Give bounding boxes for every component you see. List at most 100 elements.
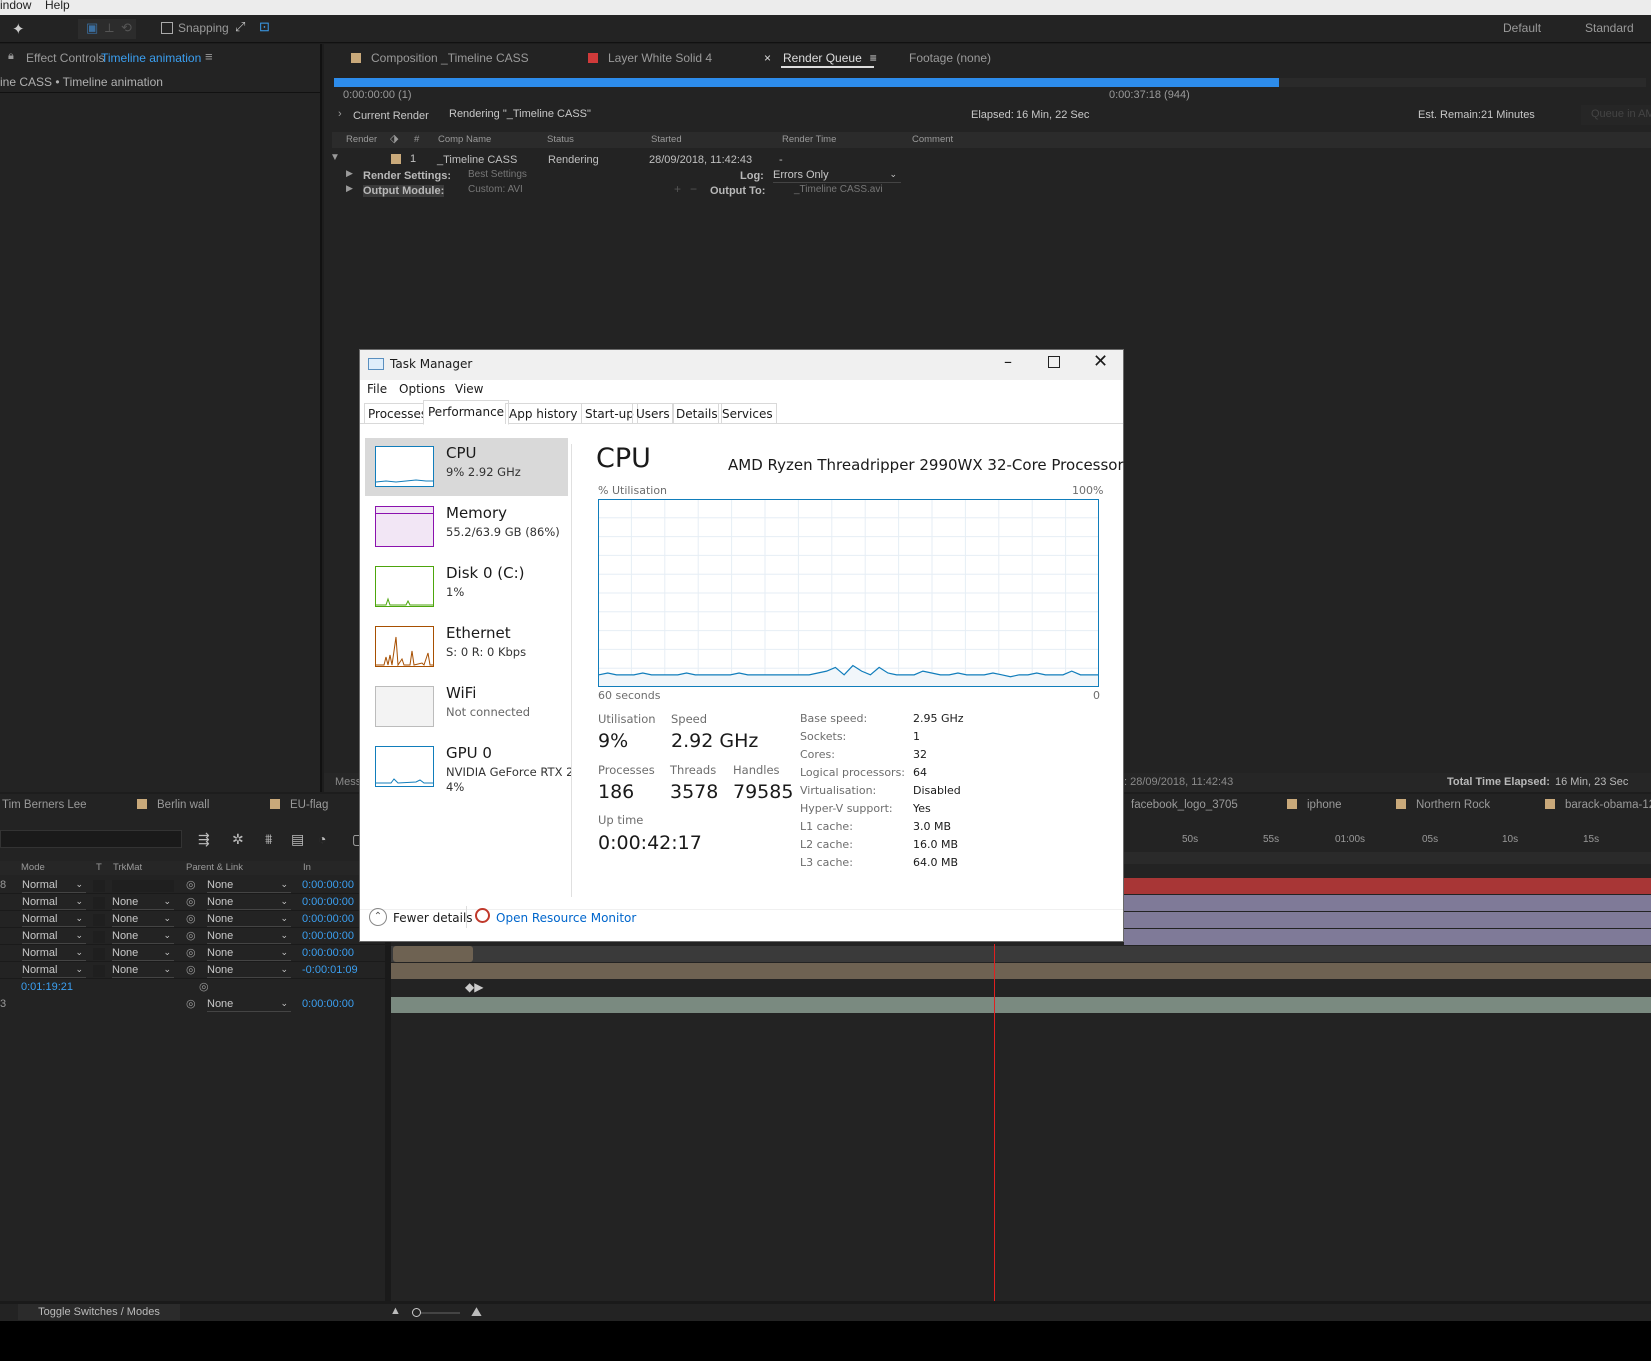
work-area-bar[interactable] [1124,852,1651,864]
layer-bar-1[interactable] [1124,878,1651,894]
t-checkbox[interactable] [93,931,105,943]
layer-row[interactable]: 8 Normal ⌄ ◎ None ⌄ 0:00:00:00 [0,878,385,894]
expand-triangle-icon[interactable]: ▼ [330,152,340,163]
item-label-swatch[interactable] [391,154,401,164]
pickwhip-icon[interactable]: ◎ [186,929,196,942]
t-checkbox[interactable] [93,914,105,926]
side-ethernet[interactable]: Ethernet S: 0 R: 0 Kbps [365,618,568,676]
in-time[interactable]: 0:00:00:00 [302,998,354,1010]
header-render[interactable]: Render [346,134,377,145]
chevron-right-icon[interactable]: › [338,108,342,120]
menu-help[interactable]: Help [45,0,70,12]
time-ruler[interactable]: 50s 55s 01:00s 05s 10s 15s [1124,832,1651,848]
layer-row[interactable]: Normal ⌄ None ⌄ ◎ None ⌄ 0:00:00:00 [0,946,385,962]
t-checkbox[interactable] [93,948,105,960]
t-checkbox[interactable] [93,897,105,909]
pickwhip-icon[interactable]: ◎ [186,946,196,959]
col-trkmat[interactable]: TrkMat [113,862,142,873]
mode-dropdown[interactable]: Normal ⌄ [22,913,86,927]
pickwhip-icon[interactable]: ◎ [186,997,196,1010]
in-time[interactable]: 0:00:00:00 [302,879,354,891]
lock-icon[interactable]: 🔒︎ [8,50,14,63]
workspace-default[interactable]: Default [1503,21,1541,35]
mode-dropdown[interactable]: Normal ⌄ [22,947,86,961]
side-cpu[interactable]: CPU 9% 2.92 GHz [365,438,568,496]
menu-window[interactable]: indow [0,0,31,12]
layer-bar-2[interactable] [1124,895,1651,911]
snap-features-icon[interactable]: ⊡ [259,19,270,35]
title-bar[interactable]: Task Manager – ✕ [360,350,1123,380]
parent-dropdown[interactable]: None ⌄ [207,998,291,1012]
parent-dropdown[interactable]: None ⌄ [207,896,291,910]
side-wifi[interactable]: WiFi Not connected [365,678,568,736]
maximize-icon[interactable] [1048,356,1060,368]
motion-blur-icon[interactable]: ◔ [318,831,326,847]
menu-options[interactable]: Options [399,382,445,396]
layer-row[interactable]: Normal ⌄ None ⌄ ◎ None ⌄ 0:00:00:00 [0,929,385,945]
mode-dropdown[interactable]: Normal ⌄ [22,896,86,910]
render-settings-toggle-icon[interactable]: ▶ [346,168,353,179]
log-dropdown[interactable]: Errors Only ⌄ [773,169,901,183]
frame-blend-icon[interactable]: ▤ [291,831,304,848]
output-module-toggle-icon[interactable]: ▶ [346,183,353,194]
timeline-tab-facebook-logo[interactable]: facebook_logo_3705 [1131,799,1238,811]
trkmat-dropdown[interactable]: None ⌄ [112,913,174,927]
header-status[interactable]: Status [547,134,574,145]
menu-view[interactable]: View [455,382,483,396]
comp-mini-flowchart-icon[interactable]: ⇶ [198,831,210,848]
mode-dropdown[interactable]: Normal ⌄ [22,964,86,978]
draft-3d-icon[interactable]: ✲ [232,831,244,848]
col-mode[interactable]: Mode [21,862,45,873]
effect-controls-title[interactable]: Effect Controls [26,51,104,65]
layer-row[interactable]: 3 ◎ None ⌄ 0:00:00:00 [0,997,385,1013]
tab-details[interactable]: Details [672,403,722,424]
snap-edges-icon[interactable]: ⤢ [235,19,245,35]
header-render-time[interactable]: Render Time [782,134,836,145]
pickwhip-icon[interactable]: ◎ [199,980,209,993]
tab-services[interactable]: Services [718,403,777,424]
tab-startup[interactable]: Start-up [581,403,638,424]
close-icon[interactable]: × [764,51,771,65]
mode-dropdown[interactable]: Normal ⌄ [22,879,86,893]
layer-row[interactable]: Normal ⌄ None ⌄ ◎ None ⌄ 0:00:00:00 [0,895,385,911]
col-t[interactable]: T [96,862,102,873]
trkmat-dropdown[interactable]: None ⌄ [112,896,174,910]
layer-row[interactable]: Normal ⌄ None ⌄ ◎ None ⌄ 0:00:00:00 [0,912,385,928]
tab-processes[interactable]: Processes [364,403,432,424]
label-tag-icon[interactable]: ⬗ [390,132,398,145]
fewer-details-link[interactable]: Fewer details [393,911,473,925]
layer-bar-3[interactable] [1124,912,1651,928]
shy-icon[interactable]: ⩩ [265,831,272,848]
playhead[interactable] [994,944,995,1304]
queue-in-ame-button[interactable]: Queue in AM [1581,105,1651,125]
t-checkbox[interactable] [93,880,105,892]
output-to-value[interactable]: _Timeline CASS.avi [794,184,883,195]
col-in[interactable]: In [303,862,311,873]
toggle-switches-modes-button[interactable]: Toggle Switches / Modes [18,1304,180,1320]
tab-performance[interactable]: Performance [423,400,510,425]
col-parent[interactable]: Parent & Link [186,862,243,873]
in-time[interactable]: 0:00:00:00 [302,896,354,908]
layer-bar-8[interactable] [391,997,1651,1013]
pickwhip-icon[interactable]: ◎ [186,895,196,908]
row-time[interactable]: 0:01:19:21 [21,981,73,993]
tab-app-history[interactable]: App history [505,403,582,424]
chevron-up-icon[interactable]: ⌃ [369,908,387,926]
pin-icon[interactable]: ✦ [12,20,25,38]
add-output-icon[interactable]: + [674,182,681,196]
select-tool-icon[interactable]: ▣ [86,20,98,36]
pickwhip-icon[interactable]: ◎ [186,963,196,976]
timeline-tab-northern-rock[interactable]: Northern Rock [1396,799,1490,811]
parent-dropdown[interactable]: None ⌄ [207,913,291,927]
rotate-icon[interactable]: ⟲ [121,20,132,36]
layer-row[interactable]: Normal ⌄ None ⌄ ◎ None ⌄ -0:00:01:09 [0,963,385,979]
menu-file[interactable]: File [367,382,387,396]
panel-menu-icon[interactable]: ≡ [205,49,213,64]
zoom-slider[interactable] [412,1308,460,1317]
layer-bar-6[interactable] [391,963,1651,979]
mode-dropdown[interactable]: Normal ⌄ [22,930,86,944]
timeline-tab-berlin-wall[interactable]: Berlin wall [137,799,209,811]
in-time[interactable]: 0:00:00:00 [302,947,354,959]
header-num[interactable]: # [414,134,419,145]
axis-icon[interactable]: ⟂ [105,20,114,36]
